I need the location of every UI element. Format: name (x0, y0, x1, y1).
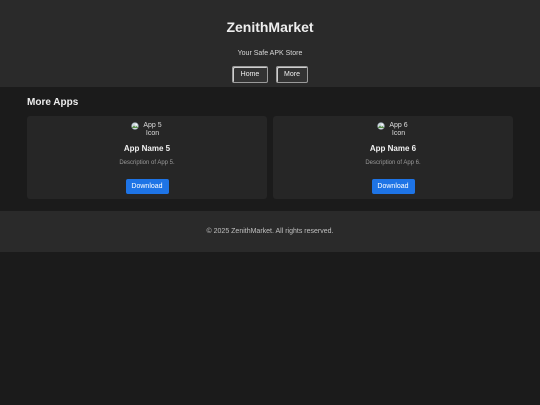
app-name: App Name 5 (123, 144, 171, 153)
broken-image-icon (376, 122, 385, 130)
app-icon-alt-text: App 6 Icon (388, 122, 410, 138)
app-icon: App 6 Icon (273, 122, 513, 138)
main-nav: Home More (0, 66, 540, 83)
main-content: More Apps App 5 Icon App Name 5 Descript… (0, 87, 540, 199)
app-icon-alt-line: Icon (145, 130, 160, 137)
app-icon: App 5 Icon (27, 122, 267, 138)
site-tagline: Your Safe APK Store (237, 50, 303, 57)
app-description: Description of App 5. (119, 160, 175, 166)
app-icon-alt-text: App 5 Icon (142, 122, 164, 138)
app-icon-alt-line: Icon (391, 130, 406, 137)
app-icon-alt-line: App 5 (143, 122, 162, 129)
app-card-list: App 5 Icon App Name 5 Description of App… (27, 116, 513, 199)
broken-image-icon (130, 122, 139, 130)
footer-copyright: © 2025 ZenithMarket. All rights reserved… (206, 228, 334, 235)
site-header: ZenithMarket Your Safe APK Store Home Mo… (0, 0, 540, 87)
site-footer: © 2025 ZenithMarket. All rights reserved… (0, 211, 540, 252)
app-card: App 5 Icon App Name 5 Description of App… (27, 116, 267, 199)
nav-more-button[interactable]: More (276, 66, 308, 83)
nav-home-button[interactable]: Home (232, 66, 268, 83)
download-button[interactable]: Download (125, 179, 169, 194)
app-icon-alt-line: App 6 (389, 122, 408, 129)
app-card: App 6 Icon App Name 6 Description of App… (273, 116, 513, 199)
download-button[interactable]: Download (371, 179, 415, 194)
section-title: More Apps (27, 97, 79, 108)
app-name: App Name 6 (369, 144, 417, 153)
app-description: Description of App 6. (365, 160, 421, 166)
site-title: ZenithMarket (226, 19, 314, 35)
